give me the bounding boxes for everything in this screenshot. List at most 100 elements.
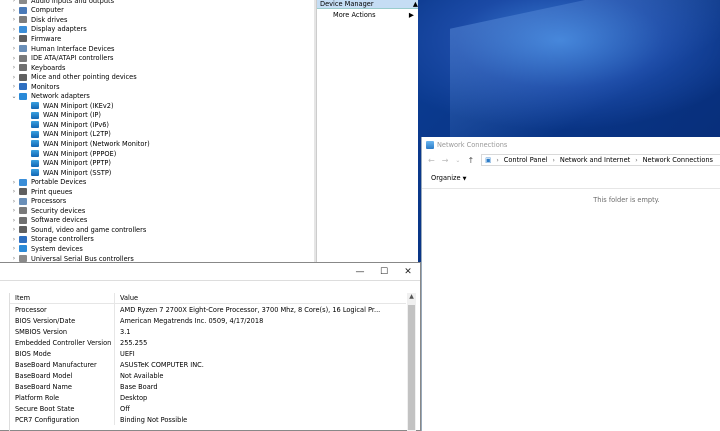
tree-child-item[interactable]: WAN Miniport (IKEv2)	[0, 101, 314, 111]
up-icon[interactable]: ↑	[467, 156, 474, 165]
table-row[interactable]: Platform Role Desktop	[10, 392, 406, 403]
tree-category-item[interactable]: › Computer	[0, 6, 314, 16]
tree-child-item[interactable]: WAN Miniport (IP)	[0, 111, 314, 121]
tree-category-item[interactable]: › Keyboards	[0, 63, 314, 73]
tree-child-item[interactable]: WAN Miniport (IPv6)	[0, 120, 314, 130]
table-row[interactable]: BaseBoard Name Base Board	[10, 381, 406, 392]
chevron-right-icon[interactable]: ›	[10, 26, 18, 33]
chevron-right-icon[interactable]: ›	[10, 0, 18, 4]
forward-icon[interactable]: →	[442, 156, 449, 165]
chevron-right-icon[interactable]: ›	[10, 198, 18, 205]
chevron-right-icon[interactable]: ›	[10, 74, 18, 81]
breadcrumb-network-internet[interactable]: Network and Internet	[560, 156, 630, 164]
tree-child-item[interactable]: WAN Miniport (SSTP)	[0, 168, 314, 178]
chevron-right-icon[interactable]: ›	[10, 55, 18, 62]
network-adapter-icon	[31, 140, 39, 148]
table-row[interactable]: BIOS Version/Date American Megatrends Inc…	[10, 315, 406, 326]
tree-item-label: IDE ATA/ATAPI controllers	[31, 54, 114, 63]
close-button[interactable]: ✕	[396, 263, 420, 280]
tree-category-item[interactable]: › Print queues	[0, 187, 314, 197]
table-row[interactable]: BaseBoard Model Not Available	[10, 370, 406, 381]
tree-category-item[interactable]: › Monitors	[0, 82, 314, 92]
tree-item-label: Processors	[31, 197, 67, 206]
table-row[interactable]: Processor AMD Ryzen 7 2700X Eight-Core Pr…	[10, 304, 406, 315]
tree-item-label: System devices	[31, 244, 83, 253]
table-row[interactable]: Secure Boot State Off	[10, 403, 406, 414]
organize-button[interactable]: Organize ▼	[431, 174, 467, 182]
row-item-cell: BIOS Version/Date	[10, 315, 115, 326]
row-item-cell: BaseBoard Name	[10, 381, 115, 392]
tree-category-item[interactable]: › IDE ATA/ATAPI controllers	[0, 53, 314, 63]
back-icon[interactable]: ←	[428, 156, 435, 165]
tree-category-item[interactable]: › Portable Devices	[0, 177, 314, 187]
grid-header: Item Value	[10, 293, 406, 304]
address-bar[interactable]: ▣ › Control Panel › Network and Internet…	[481, 154, 720, 166]
tree-item-label: WAN Miniport (L2TP)	[43, 130, 111, 139]
vertical-scrollbar[interactable]: ▲	[407, 293, 416, 431]
chevron-right-icon[interactable]: ›	[10, 7, 18, 14]
row-item-cell: SMBIOS Version	[10, 326, 115, 337]
maximize-button[interactable]: ☐	[372, 263, 396, 280]
window-title[interactable]: Network Connections	[422, 137, 720, 152]
chevron-right-icon[interactable]: ›	[10, 255, 18, 262]
table-row[interactable]: Embedded Controller Version 255.255	[10, 337, 406, 348]
tree-category-item[interactable]: › Storage controllers	[0, 235, 314, 245]
chevron-right-icon[interactable]: ›	[10, 236, 18, 243]
tree-category-item[interactable]: › Software devices	[0, 216, 314, 226]
display-icon	[19, 25, 27, 33]
actions-header[interactable]: Device Manager ▲	[317, 0, 418, 9]
chevron-right-icon[interactable]: ›	[10, 16, 18, 23]
tree-category-item[interactable]: › Mice and other pointing devices	[0, 72, 314, 82]
scroll-thumb[interactable]	[408, 305, 415, 430]
collapse-arrow-icon[interactable]: ▲	[413, 0, 418, 8]
chevron-right-icon[interactable]: ›	[10, 226, 18, 233]
chevron-right-icon[interactable]: ›	[10, 207, 18, 214]
more-actions-item[interactable]: More Actions ▶	[317, 9, 418, 22]
table-row[interactable]: BaseBoard Manufacturer ASUSTeK COMPUTER I…	[10, 359, 406, 370]
row-item-cell: Platform Role	[10, 392, 115, 403]
chevron-right-icon[interactable]: ›	[496, 157, 498, 164]
chevron-down-icon[interactable]: ⌄	[10, 93, 18, 100]
tree-category-item[interactable]: › Disk drives	[0, 15, 314, 25]
chevron-right-icon[interactable]: ›	[10, 179, 18, 186]
table-row[interactable]: SMBIOS Version 3.1	[10, 326, 406, 337]
title-bar[interactable]: — ☐ ✕	[0, 263, 420, 280]
chevron-right-icon[interactable]: ›	[10, 64, 18, 71]
tree-item-label: WAN Miniport (SSTP)	[43, 168, 112, 177]
storage-icon	[19, 235, 27, 243]
tree-category-item[interactable]: ⌄ Network adapters	[0, 91, 314, 101]
tree-category-item[interactable]: › Firmware	[0, 34, 314, 44]
tree-category-item[interactable]: › Display adapters	[0, 25, 314, 35]
tree-child-item[interactable]: WAN Miniport (L2TP)	[0, 130, 314, 140]
chevron-right-icon[interactable]: ›	[635, 157, 637, 164]
tree-category-item[interactable]: › Human Interface Devices	[0, 44, 314, 54]
tree-child-item[interactable]: WAN Miniport (PPTP)	[0, 158, 314, 168]
mouse-icon	[19, 73, 27, 81]
minimize-button[interactable]: —	[348, 263, 372, 280]
tree-child-item[interactable]: WAN Miniport (PPPOE)	[0, 149, 314, 159]
scroll-up-icon[interactable]: ▲	[407, 293, 416, 302]
network-adapter-icon	[31, 111, 39, 119]
tree-category-item[interactable]: › Security devices	[0, 206, 314, 216]
chip-icon	[19, 35, 27, 43]
tree-child-item[interactable]: WAN Miniport (Network Monitor)	[0, 139, 314, 149]
recent-dropdown-icon[interactable]: ⌄	[455, 157, 460, 164]
tree-category-item[interactable]: › Sound, video and game controllers	[0, 225, 314, 235]
tree-category-item[interactable]: › Processors	[0, 196, 314, 206]
breadcrumb-control-panel[interactable]: Control Panel	[504, 156, 548, 164]
chevron-right-icon[interactable]: ›	[10, 245, 18, 252]
chevron-right-icon[interactable]: ›	[10, 83, 18, 90]
breadcrumb-network-connections[interactable]: Network Connections	[643, 156, 713, 164]
table-row[interactable]: PCR7 Configuration Binding Not Possible	[10, 414, 406, 425]
processor-icon	[19, 197, 27, 205]
chevron-right-icon[interactable]: ›	[10, 188, 18, 195]
chevron-right-icon[interactable]: ›	[553, 157, 555, 164]
tree-item-label: Keyboards	[31, 63, 66, 72]
chevron-right-icon[interactable]: ›	[10, 35, 18, 42]
table-row[interactable]: BIOS Mode UEFI	[10, 348, 406, 359]
chevron-right-icon[interactable]: ›	[10, 45, 18, 52]
tree-category-item[interactable]: › System devices	[0, 244, 314, 254]
chevron-right-icon[interactable]: ›	[10, 217, 18, 224]
column-header-value[interactable]: Value	[115, 293, 406, 303]
column-header-item[interactable]: Item	[10, 293, 115, 303]
